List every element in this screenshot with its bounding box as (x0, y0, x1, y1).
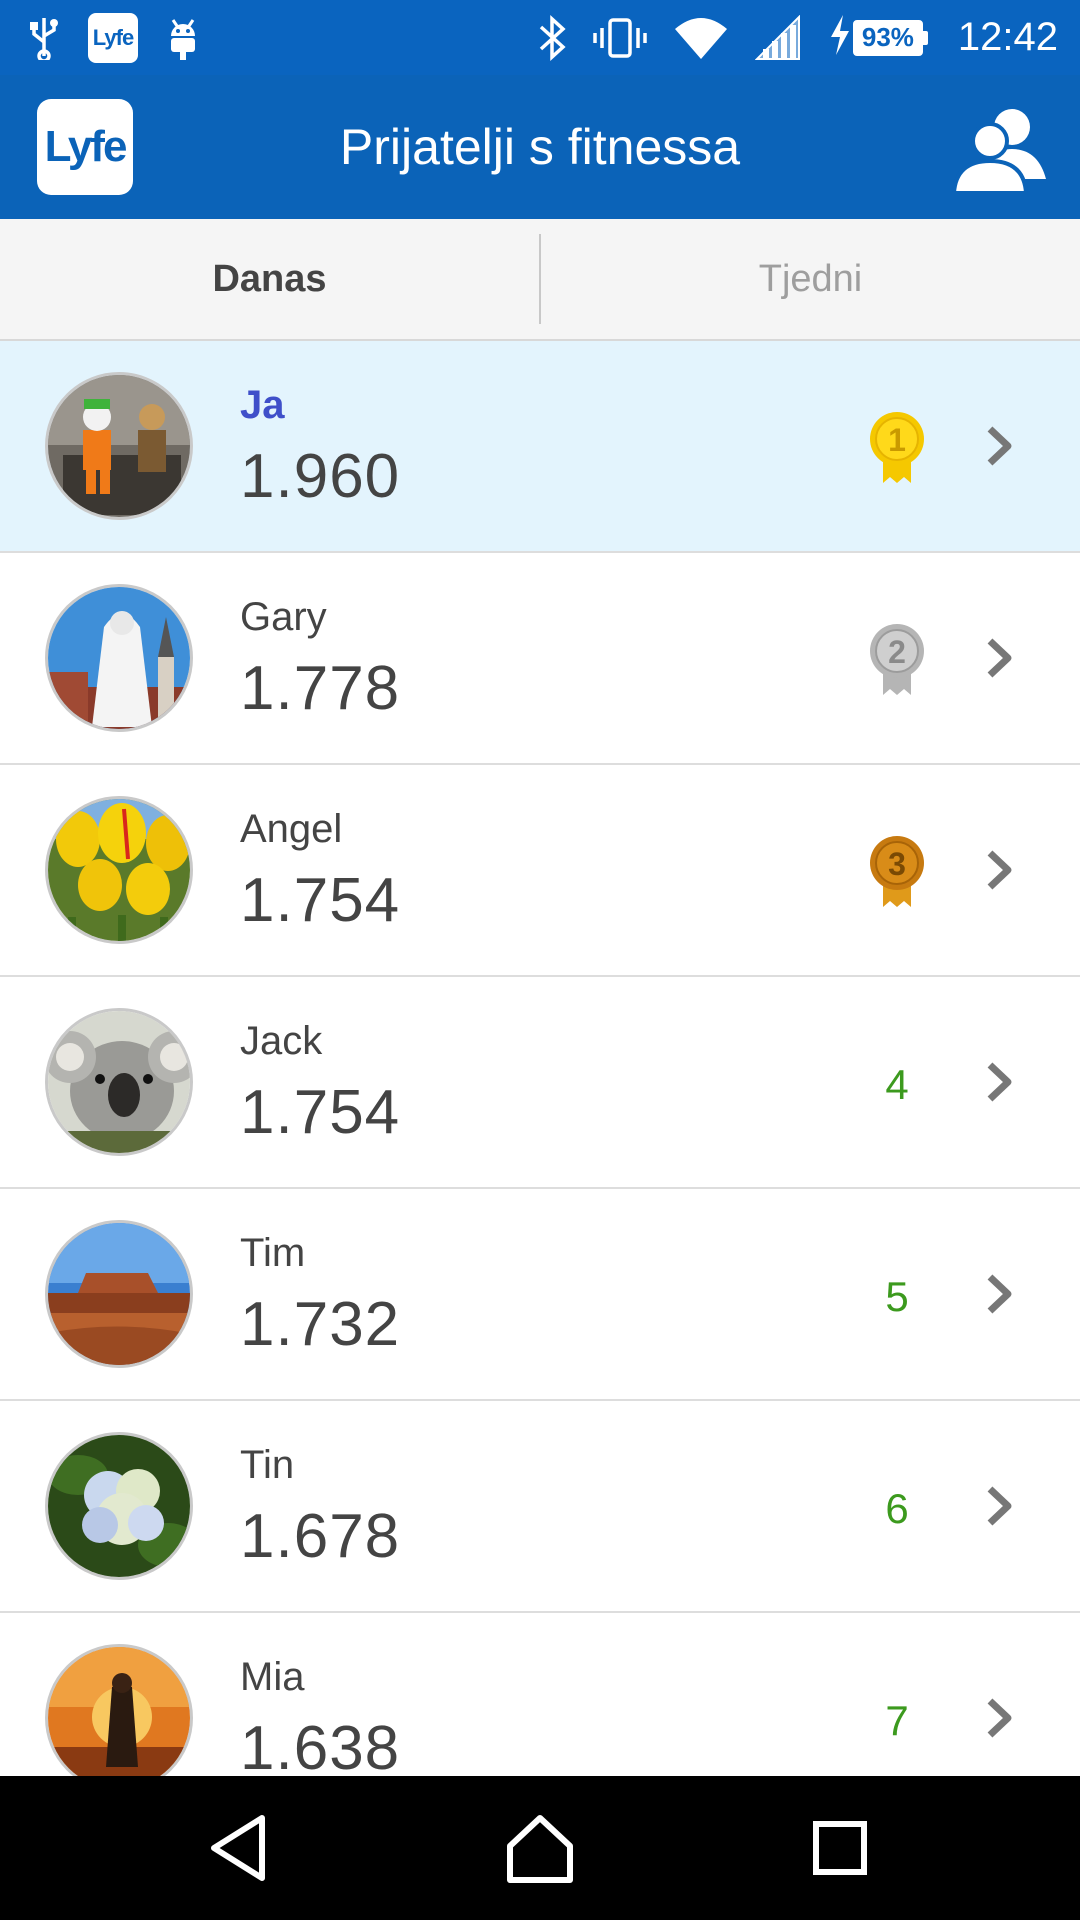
recent-apps-icon[interactable] (800, 1808, 880, 1888)
friend-name: Ja (240, 383, 285, 427)
list-item[interactable]: Jack 1.754 4 (0, 977, 1080, 1189)
list-item[interactable]: Angel 1.754 3 (0, 765, 1080, 977)
friend-name: Tim (240, 1231, 306, 1275)
friend-score: 1.754 (240, 866, 401, 935)
avatar (45, 1432, 193, 1580)
list-item[interactable]: Tim 1.732 5 (0, 1189, 1080, 1401)
friend-name: Mia (240, 1655, 305, 1699)
android-debug-icon (166, 16, 200, 60)
medal-rank-text: 1 (888, 422, 906, 458)
list-item[interactable]: Ja 1.960 1 (0, 341, 1080, 553)
wifi-icon (673, 15, 729, 61)
avatar (45, 796, 193, 944)
list-item[interactable]: Gary 1.778 2 (0, 553, 1080, 765)
app-bar: Lyfe Prijatelji s fitnessa (0, 75, 1080, 219)
avatar (45, 1644, 193, 1776)
friend-name: Gary (240, 595, 327, 639)
chevron-right-icon[interactable] (980, 845, 1020, 895)
friend-name: Tin (240, 1443, 295, 1487)
tab-today[interactable]: Danas (0, 219, 539, 339)
battery-level: 93% (852, 19, 923, 56)
friend-score: 1.638 (240, 1714, 401, 1776)
system-nav-bar (0, 1776, 1080, 1920)
rank-number: 4 (885, 1061, 909, 1108)
friends-leaderboard: Ja 1.960 1 Gary 1.778 2 Angel 1.754 3 Ja… (0, 341, 1080, 1776)
home-icon[interactable] (500, 1808, 580, 1888)
avatar (45, 372, 193, 520)
bronze-medal-icon: 3 (867, 835, 927, 911)
rank-number: 5 (885, 1273, 909, 1320)
gold-medal-icon: 1 (867, 411, 927, 487)
lyfe-notification-icon: Lyfe (88, 12, 138, 63)
chevron-right-icon[interactable] (980, 633, 1020, 683)
charging-icon (827, 13, 853, 62)
friend-score: 1.960 (240, 442, 401, 511)
friend-score: 1.754 (240, 1078, 401, 1147)
friend-score: 1.732 (240, 1290, 401, 1359)
friends-icon[interactable] (950, 97, 1050, 197)
period-tabs: Danas Tjedni (0, 219, 1080, 341)
usb-icon (28, 16, 60, 60)
chevron-right-icon[interactable] (980, 1481, 1020, 1531)
friend-score: 1.778 (240, 654, 401, 723)
silver-medal-icon: 2 (867, 623, 927, 699)
page-title: Prijatelji s fitnessa (339, 119, 741, 175)
medal-rank-text: 2 (888, 634, 906, 670)
list-item[interactable]: Mia 1.638 7 (0, 1613, 1080, 1776)
friend-score: 1.678 (240, 1502, 401, 1571)
friend-name: Jack (240, 1019, 323, 1063)
rank-number: 6 (885, 1485, 909, 1532)
friend-name: Angel (240, 807, 343, 851)
chevron-right-icon[interactable] (980, 421, 1020, 471)
signal-icon (754, 14, 801, 61)
chevron-right-icon[interactable] (980, 1693, 1020, 1743)
status-bar: Lyfe 93% 12:42 (0, 0, 1080, 75)
medal-rank-text: 3 (888, 846, 906, 882)
list-item[interactable]: Tin 1.678 6 (0, 1401, 1080, 1613)
avatar (45, 1008, 193, 1156)
avatar (45, 1220, 193, 1368)
clock: 12:42 (957, 15, 1058, 59)
vibrate-icon (593, 16, 647, 60)
tab-weekly[interactable]: Tjedni (541, 219, 1080, 339)
bluetooth-icon (537, 14, 567, 61)
chevron-right-icon[interactable] (980, 1269, 1020, 1319)
rank-number: 7 (885, 1697, 909, 1744)
avatar (45, 584, 193, 732)
chevron-right-icon[interactable] (980, 1057, 1020, 1107)
back-icon[interactable] (200, 1808, 280, 1888)
battery-indicator: 93% (827, 13, 928, 62)
